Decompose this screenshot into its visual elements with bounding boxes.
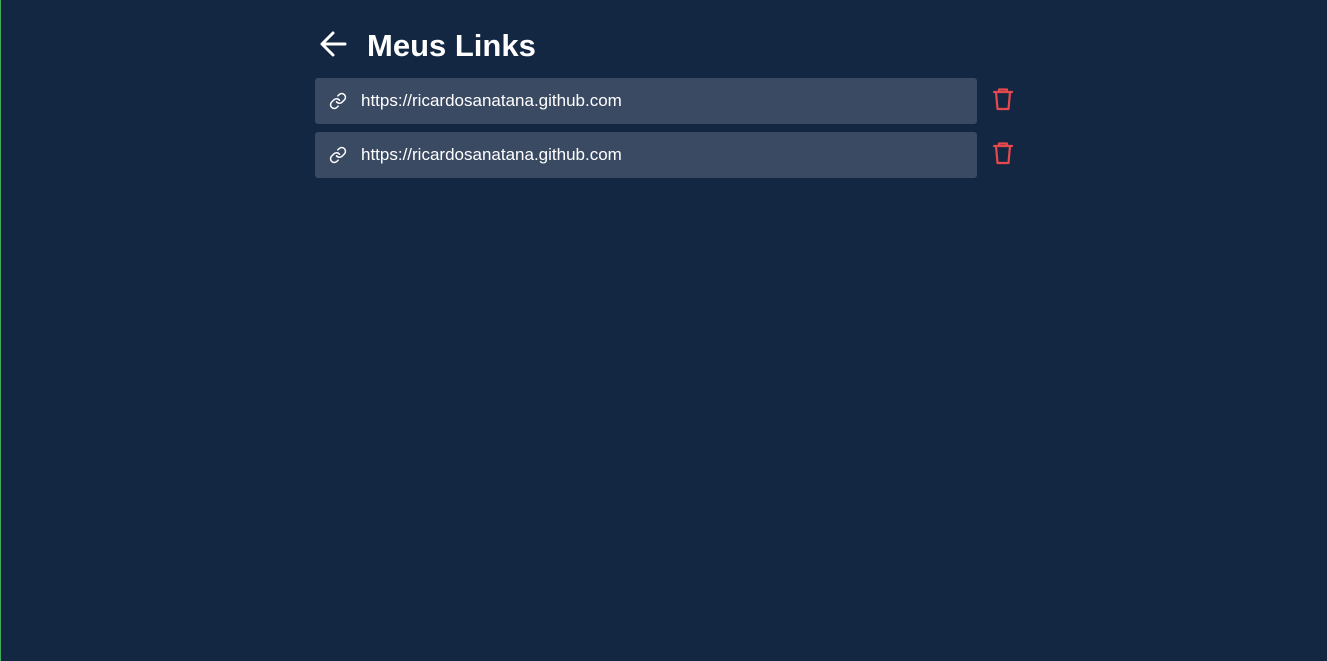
back-button[interactable]	[318, 26, 352, 66]
links-page: Meus Links https://ricardosanatana.githu…	[315, 26, 1035, 186]
delete-link-button[interactable]	[991, 87, 1015, 116]
delete-link-button[interactable]	[991, 141, 1015, 170]
links-list: https://ricardosanatana.github.com https…	[315, 78, 1035, 178]
link-card[interactable]: https://ricardosanatana.github.com	[315, 132, 977, 178]
link-icon	[329, 92, 347, 110]
link-card[interactable]: https://ricardosanatana.github.com	[315, 78, 977, 124]
list-item: https://ricardosanatana.github.com	[315, 132, 1035, 178]
trash-icon	[992, 141, 1014, 170]
arrow-left-icon	[318, 29, 348, 64]
trash-icon	[992, 87, 1014, 116]
list-item: https://ricardosanatana.github.com	[315, 78, 1035, 124]
page-header: Meus Links	[315, 26, 1035, 66]
page-title: Meus Links	[367, 28, 536, 63]
link-icon	[329, 146, 347, 164]
link-url: https://ricardosanatana.github.com	[361, 91, 622, 110]
window-edge	[0, 0, 1, 661]
link-url: https://ricardosanatana.github.com	[361, 145, 622, 164]
